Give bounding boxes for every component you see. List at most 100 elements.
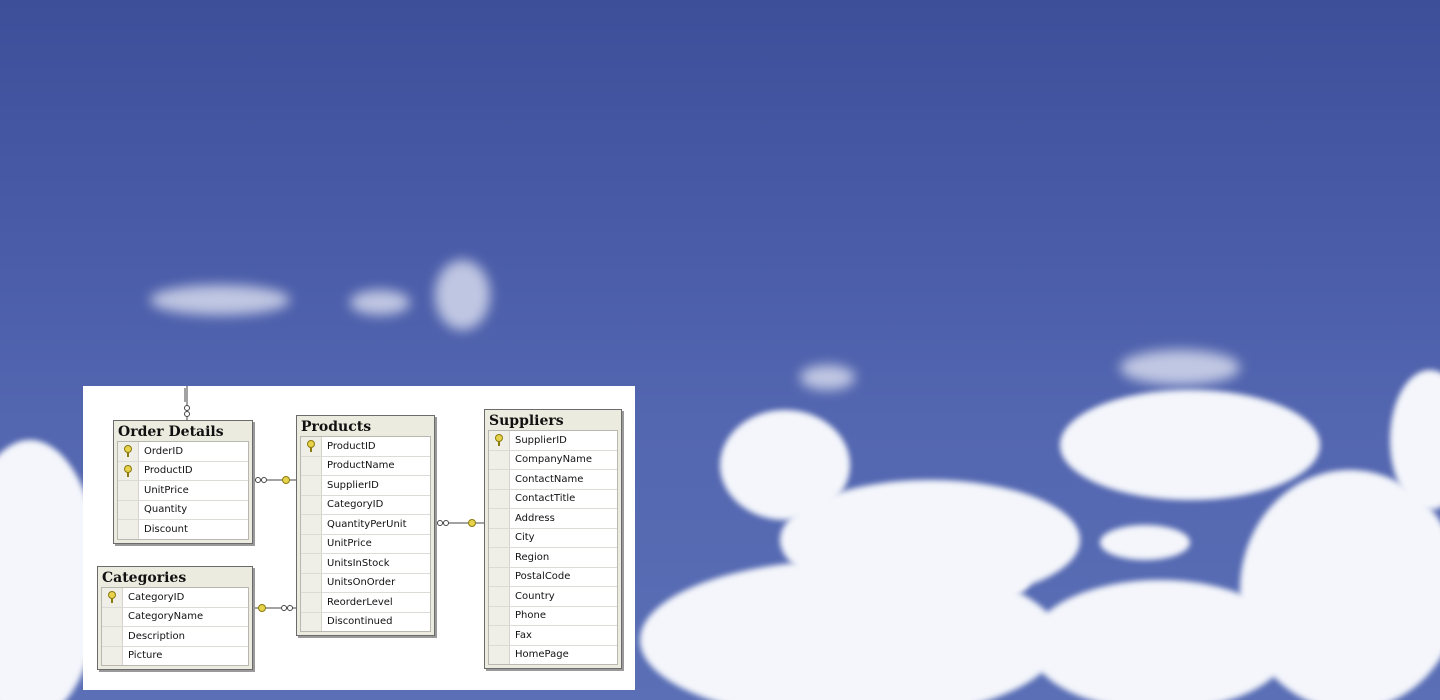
table-categories[interactable]: Categories CategoryID CategoryName Descrip… (97, 566, 253, 670)
column-row[interactable]: UnitPrice (118, 481, 248, 501)
column-row[interactable]: Phone (489, 606, 617, 626)
primary-key-icon (124, 445, 132, 458)
table-title: Order Details (118, 424, 224, 440)
cloud (960, 560, 1030, 600)
row-selector (301, 554, 322, 573)
table-products[interactable]: Products ProductID ProductName SupplierID C… (296, 415, 435, 636)
row-selector (301, 612, 322, 631)
column-row[interactable]: UnitsOnOrder (301, 573, 430, 593)
column-name: Address (515, 512, 555, 524)
cloud-wisp (800, 365, 855, 390)
column-row[interactable]: Discontinued (301, 612, 430, 631)
infinity-end-icon (281, 605, 287, 611)
table-title: Categories (102, 570, 187, 586)
column-row[interactable]: Fax (489, 626, 617, 646)
row-selector (301, 534, 322, 553)
column-row[interactable]: Region (489, 548, 617, 568)
row-selector (489, 509, 510, 528)
column-row[interactable]: ContactName (489, 470, 617, 490)
infinity-end-icon (184, 405, 190, 411)
column-name: UnitPrice (144, 484, 189, 496)
column-name: Discount (144, 523, 188, 535)
row-selector (489, 645, 510, 664)
column-row[interactable]: Description (102, 627, 248, 647)
column-row[interactable]: PostalCode (489, 567, 617, 587)
row-selector (118, 500, 139, 519)
row-selector (102, 646, 123, 665)
column-row[interactable]: City (489, 528, 617, 548)
column-name: PostalCode (515, 571, 571, 583)
column-name: ProductID (144, 465, 193, 477)
column-row[interactable]: CategoryID (102, 588, 248, 608)
column-name: SupplierID (327, 479, 379, 491)
column-row[interactable]: SupplierID (301, 476, 430, 496)
column-name: UnitsInStock (327, 557, 390, 569)
column-row[interactable]: ContactTitle (489, 489, 617, 509)
row-selector (301, 437, 322, 456)
column-name: Description (128, 630, 185, 642)
column-row[interactable]: Quantity (118, 500, 248, 520)
column-row[interactable]: Address (489, 509, 617, 529)
column-name: CategoryName (128, 611, 204, 623)
infinity-end-icon (255, 477, 261, 483)
column-row[interactable]: ReorderLevel (301, 593, 430, 613)
column-row[interactable]: Picture (102, 646, 248, 665)
column-row[interactable]: CategoryID (301, 495, 430, 515)
column-name: ContactTitle (515, 493, 576, 505)
infinity-end-icon (261, 477, 267, 483)
row-selector (489, 489, 510, 508)
row-selector (301, 593, 322, 612)
column-row[interactable]: QuantityPerUnit (301, 515, 430, 535)
cloud (1240, 470, 1440, 700)
column-row[interactable]: UnitsInStock (301, 554, 430, 574)
column-name: SupplierID (515, 434, 567, 446)
column-name: ProductName (327, 460, 395, 472)
column-row[interactable]: CategoryName (102, 607, 248, 627)
table-suppliers[interactable]: Suppliers SupplierID CompanyName ContactNa… (484, 409, 622, 669)
table-order-details[interactable]: Order Details OrderID ProductID UnitPrice Q… (113, 420, 253, 544)
column-name: CategoryID (128, 591, 185, 603)
column-row[interactable]: SupplierID (489, 431, 617, 451)
column-row[interactable]: HomePage (489, 645, 617, 664)
database-diagram-panel: Order Details OrderID ProductID UnitPrice Q… (83, 386, 635, 690)
column-name: QuantityPerUnit (327, 518, 407, 530)
row-selector (489, 567, 510, 586)
cloud-wisp (1120, 350, 1240, 385)
row-selector (489, 587, 510, 606)
row-selector (118, 520, 139, 539)
table-title: Products (301, 419, 372, 435)
row-selector (118, 461, 139, 480)
infinity-end-icon (443, 520, 449, 526)
column-name: HomePage (515, 649, 569, 661)
column-row[interactable]: UnitPrice (301, 534, 430, 554)
column-name: CompanyName (515, 454, 593, 466)
table-title: Suppliers (489, 413, 564, 429)
column-row[interactable]: ProductID (301, 437, 430, 457)
column-name: ReorderLevel (327, 596, 393, 608)
column-name: Country (515, 590, 555, 602)
column-row[interactable]: ProductID (118, 461, 248, 481)
row-selector (301, 456, 322, 475)
column-list: ProductID ProductName SupplierID CategoryID… (300, 436, 431, 632)
row-selector (489, 450, 510, 469)
key-end-icon (258, 604, 266, 612)
column-list: CategoryID CategoryName Description Picture (101, 587, 249, 666)
row-selector (301, 573, 322, 592)
infinity-end-icon (437, 520, 443, 526)
cloud (1060, 390, 1320, 500)
cloud (1100, 525, 1190, 560)
column-name: CategoryID (327, 499, 384, 511)
primary-key-icon (108, 591, 116, 604)
column-row[interactable]: CompanyName (489, 450, 617, 470)
key-end-icon (468, 519, 476, 527)
primary-key-icon (495, 434, 503, 447)
primary-key-icon (307, 440, 315, 453)
row-selector (489, 528, 510, 547)
column-row[interactable]: OrderID (118, 442, 248, 462)
row-selector (489, 431, 510, 450)
infinity-end-icon (184, 411, 190, 417)
column-row[interactable]: Country (489, 587, 617, 607)
column-row[interactable]: Discount (118, 520, 248, 539)
row-selector (489, 470, 510, 489)
column-row[interactable]: ProductName (301, 456, 430, 476)
